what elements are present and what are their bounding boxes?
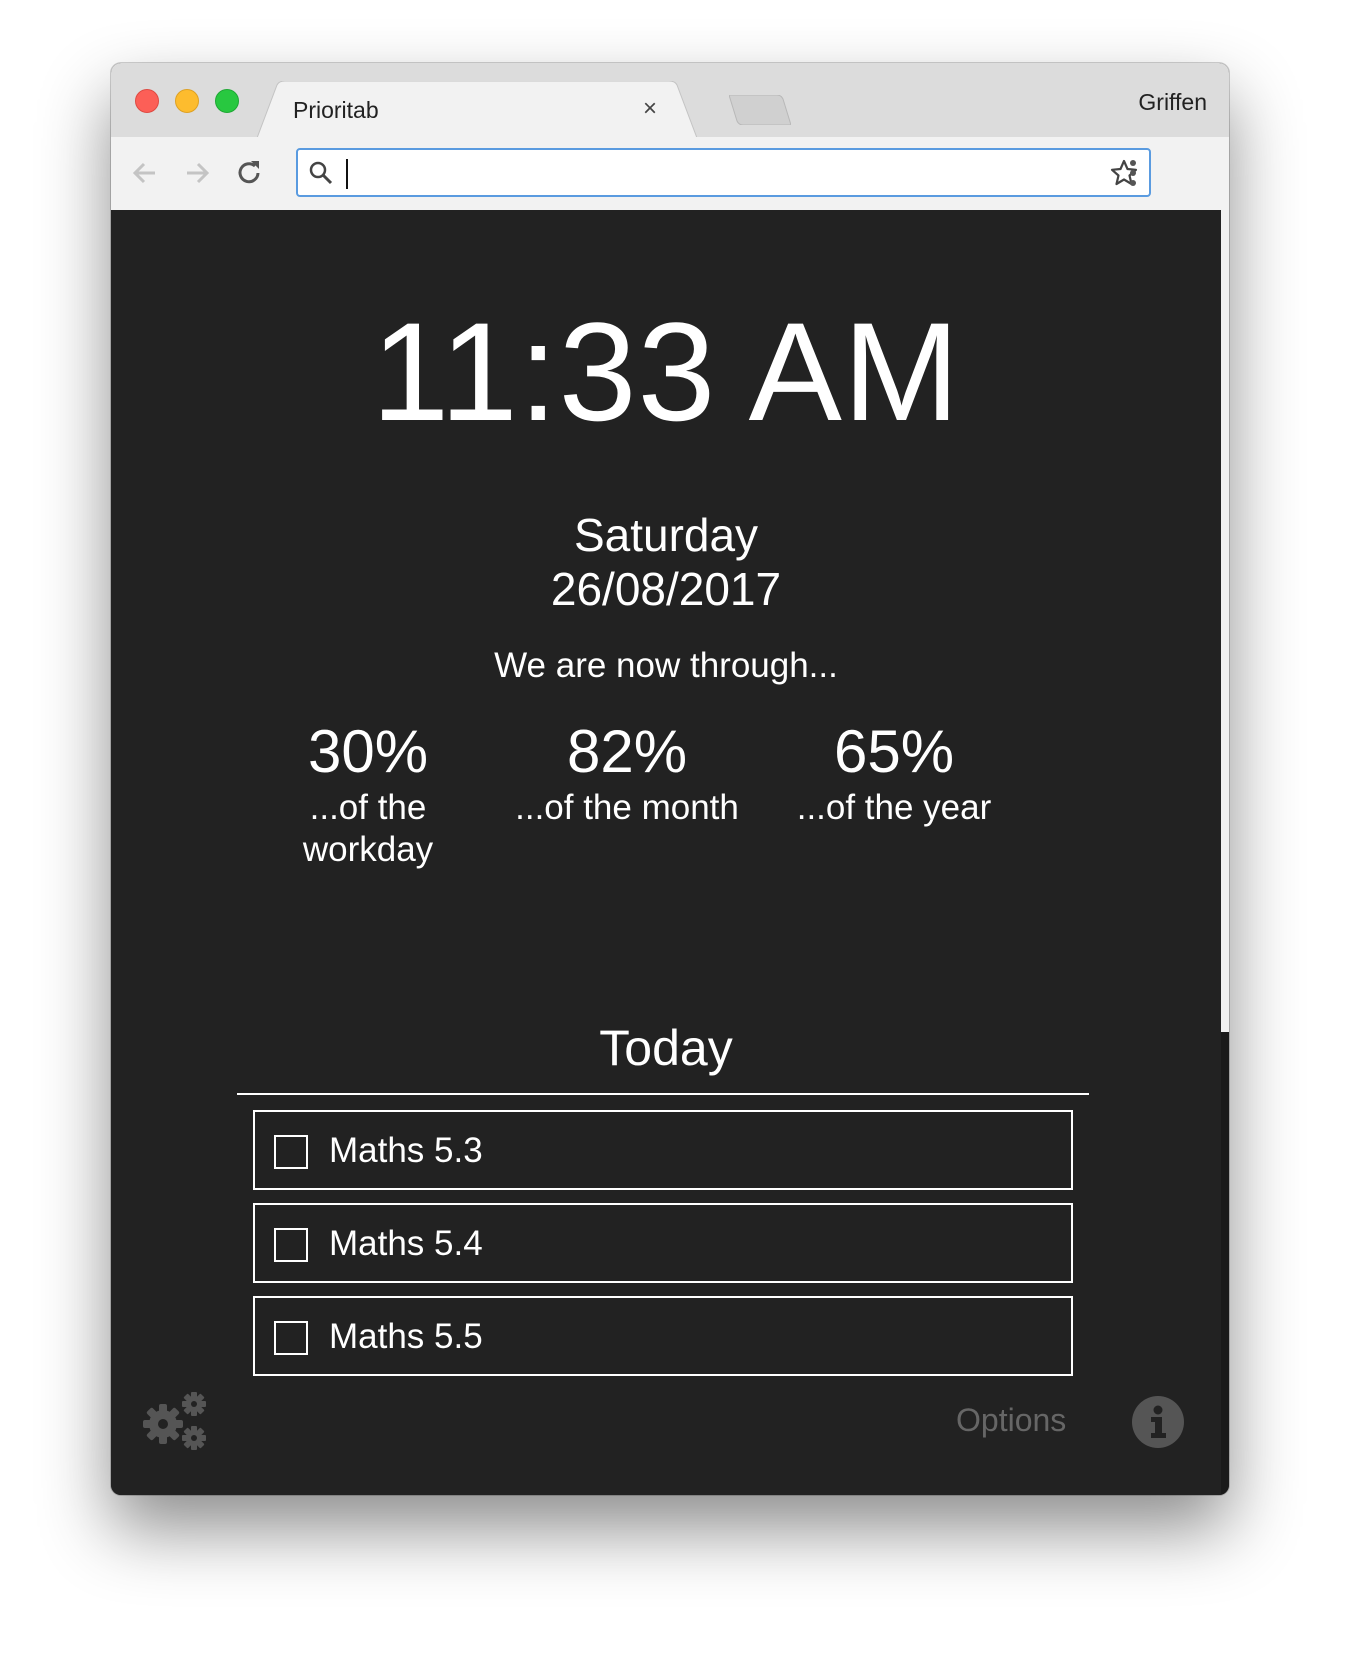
progress-intro: We are now through...: [494, 646, 838, 685]
scrollbar-thumb[interactable]: [1221, 210, 1229, 1032]
options-link[interactable]: Options: [956, 1402, 1066, 1439]
menu-kebab-icon[interactable]: [1127, 155, 1139, 191]
browser-window: Prioritab × Griffen 11:33 AM Saturday 26…: [111, 63, 1229, 1495]
reload-icon[interactable]: [233, 157, 265, 189]
today-heading: Today: [599, 1020, 733, 1076]
stat-percent: 65%: [833, 718, 955, 785]
stat-month: 82% ...of the month: [497, 717, 757, 829]
today-divider: [237, 1093, 1089, 1095]
zoom-window-button[interactable]: [215, 89, 239, 113]
task-item[interactable]: Maths 5.3: [253, 1110, 1073, 1190]
address-input[interactable]: [344, 156, 1088, 192]
tab-close-icon[interactable]: ×: [643, 95, 657, 123]
tab-title: Prioritab: [293, 97, 379, 123]
address-bar[interactable]: [296, 148, 1151, 197]
task-item[interactable]: Maths 5.5: [253, 1296, 1073, 1376]
stat-label: ...of the workday: [302, 788, 434, 869]
task-label: Maths 5.4: [329, 1224, 483, 1263]
task-item[interactable]: Maths 5.4: [253, 1203, 1073, 1283]
page-scrollbar[interactable]: [1221, 210, 1229, 1495]
new-tab-button[interactable]: [729, 95, 791, 125]
settings-gears-icon[interactable]: [141, 1390, 211, 1454]
stat-label: ...of the month: [515, 788, 739, 827]
close-window-button[interactable]: [135, 89, 159, 113]
task-label: Maths 5.3: [329, 1131, 483, 1170]
task-checkbox[interactable]: [274, 1228, 308, 1262]
task-checkbox[interactable]: [274, 1321, 308, 1355]
forward-arrow-icon[interactable]: [181, 157, 213, 189]
title-bar: Prioritab × Griffen: [111, 63, 1229, 138]
task-checkbox[interactable]: [274, 1135, 308, 1169]
minimize-window-button[interactable]: [175, 89, 199, 113]
task-label: Maths 5.5: [329, 1317, 483, 1356]
info-icon[interactable]: [1132, 1396, 1184, 1448]
stat-label: ...of the year: [796, 788, 992, 827]
clock-time: 11:33 AM: [371, 293, 961, 450]
stat-year: 65% ...of the year: [764, 717, 1024, 829]
tab-prioritab[interactable]: Prioritab ×: [257, 81, 697, 138]
stat-percent: 30%: [307, 718, 429, 785]
text-caret: [346, 159, 348, 189]
profile-name[interactable]: Griffen: [1138, 89, 1207, 116]
date-full: 26/08/2017: [550, 563, 782, 615]
date-weekday: Saturday: [573, 509, 759, 561]
search-icon: [309, 161, 333, 185]
back-arrow-icon[interactable]: [129, 157, 161, 189]
prioritab-page: 11:33 AM Saturday 26/08/2017 We are now …: [111, 210, 1221, 1495]
stat-workday: 30% ...of the workday: [238, 717, 498, 871]
stat-percent: 82%: [566, 718, 688, 785]
